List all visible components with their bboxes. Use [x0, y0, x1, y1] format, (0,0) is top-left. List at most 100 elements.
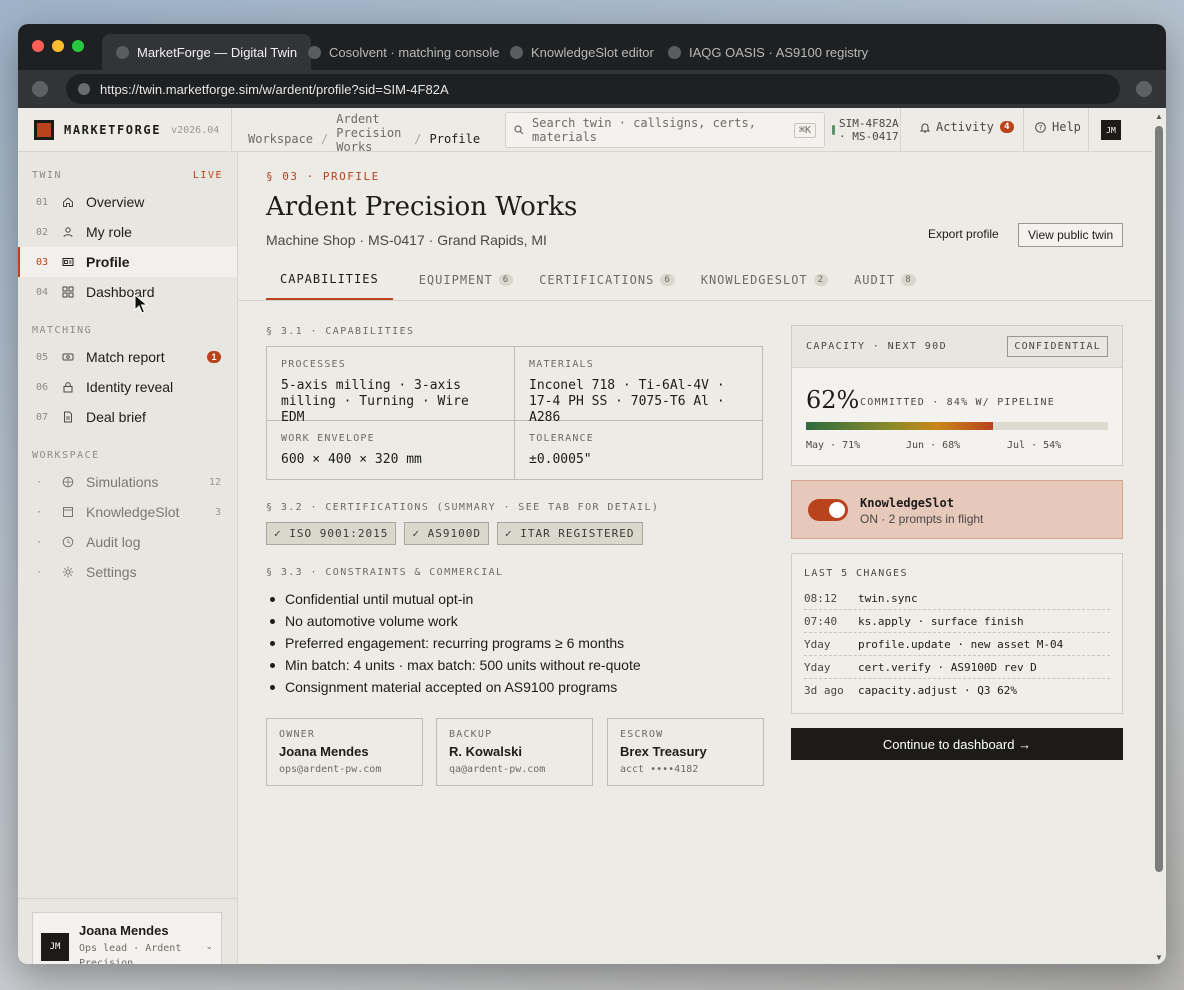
change-row[interactable]: 08:12 twin.sync — [804, 587, 1110, 610]
sim-status-indicator — [832, 125, 835, 135]
breadcrumb-current: Profile — [429, 132, 481, 146]
section-eyebrow: § 03 · PROFILE — [266, 170, 380, 183]
tab-equipment[interactable]: EQUIPMENT 6 — [419, 260, 514, 300]
view-public-twin-button[interactable]: View public twin — [1018, 223, 1124, 247]
backup-contact-card[interactable]: BACKUP R. Kowalski qa@ardent-pw.com — [436, 718, 593, 786]
scroll-down-icon[interactable]: ▼ — [1155, 953, 1163, 962]
change-row[interactable]: 07:40 ks.apply · surface finish — [804, 610, 1110, 633]
extensions-button[interactable] — [1136, 81, 1152, 97]
browser-window: MarketForge — Digital Twin Cosolvent · m… — [18, 24, 1166, 964]
help-icon: ? — [1035, 121, 1046, 133]
browser-tab-knowledgeslot[interactable]: KnowledgeSlot editor — [496, 34, 668, 70]
sidebar-item-settings[interactable]: · Settings — [18, 557, 237, 587]
tab-knowledgeslot[interactable]: KNOWLEDGESLOT 2 — [701, 260, 829, 300]
user-avatar: JM — [41, 933, 69, 961]
browser-tab-label: Cosolvent · matching console — [329, 44, 500, 60]
continue-to-dashboard-button[interactable]: Continue to dashboard → — [791, 728, 1123, 760]
knowledgeslot-status: ON · 2 prompts in flight — [860, 512, 984, 526]
site-info-icon[interactable] — [78, 83, 90, 95]
bell-icon — [920, 123, 930, 133]
cert-pill[interactable]: ✓ ITAR REGISTERED — [496, 522, 643, 545]
simulations-count: 12 — [208, 476, 221, 488]
browser-toolbar: https://twin.marketforge.sim/w/ardent/pr… — [18, 70, 1166, 108]
browser-tab-bar: MarketForge — Digital Twin Cosolvent · m… — [18, 24, 1166, 70]
sim-id-label: SIM-4F82A · MS-0417 — [839, 117, 899, 143]
tab-count: 6 — [660, 274, 675, 286]
back-button[interactable] — [32, 81, 48, 97]
square-icon — [62, 506, 74, 518]
id-card-icon — [62, 256, 74, 268]
user-avatar[interactable]: JM — [1101, 120, 1121, 140]
capacity-note: COMMITTED · 84% W/ PIPELINE — [860, 397, 1055, 408]
brand[interactable]: MARKETFORGE v2026.04 — [34, 120, 219, 140]
sidebar-item-match-report[interactable]: 05 Match report 1 — [18, 342, 237, 372]
sidebar-item-simulations[interactable]: · Simulations 12 — [18, 467, 237, 497]
minimize-window-button[interactable] — [52, 40, 64, 52]
capabilities-grid: PROCESSES 5-axis milling · 3-axis millin… — [266, 346, 763, 480]
maximize-window-button[interactable] — [72, 40, 84, 52]
certifications-heading: § 3.2 · CERTIFICATIONS (SUMMARY · SEE TA… — [266, 502, 660, 513]
search-icon — [514, 125, 524, 135]
sidebar-item-overview[interactable]: 01 Overview — [18, 187, 237, 217]
address-bar[interactable]: https://twin.marketforge.sim/w/ardent/pr… — [66, 74, 1120, 104]
knowledgeslot-title: KnowledgeSlot — [860, 496, 954, 510]
cert-pill[interactable]: ✓ AS9100D — [404, 522, 489, 545]
sidebar-item-label: Audit log — [86, 534, 141, 550]
tolerance-value: ±0.0005" — [529, 452, 592, 467]
tab-count: 8 — [901, 274, 916, 286]
change-row[interactable]: Yday cert.verify · AS9100D rev D — [804, 656, 1110, 679]
sidebar-item-dashboard[interactable]: 04 Dashboard — [18, 277, 237, 307]
capacity-heading: CAPACITY · NEXT 90D — [806, 341, 947, 352]
user-switcher[interactable]: JM Joana Mendes Ops lead · Ardent Precis… — [32, 912, 222, 964]
tab-certifications[interactable]: CERTIFICATIONS 6 — [539, 260, 675, 300]
search-input[interactable]: Search twin · callsigns, certs, material… — [505, 112, 825, 148]
gear-icon — [62, 566, 74, 578]
export-profile-button[interactable]: Export profile — [928, 222, 999, 246]
activity-label: Activity — [936, 120, 994, 134]
breadcrumb-company[interactable]: Ardent Precision Works — [336, 112, 406, 154]
tab-audit[interactable]: AUDIT 8 — [854, 260, 916, 300]
sidebar-item-knowledgeslot[interactable]: · KnowledgeSlot 3 — [18, 497, 237, 527]
envelope-value: 600 × 400 × 320 mm — [281, 452, 422, 467]
list-item: Consignment material accepted on AS9100 … — [266, 676, 641, 698]
change-row[interactable]: 3d ago capacity.adjust · Q3 62% — [804, 679, 1110, 702]
version-label: v2026.04 — [171, 124, 220, 136]
breadcrumb-workspace[interactable]: Workspace — [248, 132, 313, 146]
browser-tab-cosolvent[interactable]: Cosolvent · matching console — [294, 34, 514, 70]
sidebar-item-identity-reveal[interactable]: 06 Identity reveal — [18, 372, 237, 402]
tab-capabilities[interactable]: CAPABILITIES — [266, 260, 393, 300]
change-row[interactable]: Yday profile.update · new asset M-04 — [804, 633, 1110, 656]
list-item: Preferred engagement: recurring programs… — [266, 632, 641, 654]
sim-id-chip[interactable]: SIM-4F82A · MS-0417 — [828, 108, 900, 152]
list-item: Confidential until mutual opt-in — [266, 588, 641, 610]
sidebar-item-profile[interactable]: 03 Profile — [18, 247, 237, 277]
scrollbar-thumb[interactable] — [1155, 126, 1163, 872]
mouse-cursor-icon — [134, 294, 148, 314]
user-role: Ops lead · Ardent Precision — [79, 943, 182, 964]
browser-tab-iaqg[interactable]: IAQG OASIS · AS9100 registry — [654, 34, 882, 70]
scroll-up-icon[interactable]: ▲ — [1155, 112, 1163, 121]
month-label: Jun · 68% — [906, 440, 961, 451]
cert-pill[interactable]: ✓ ISO 9001:2015 — [266, 522, 397, 545]
knowledgeslot-toggle[interactable] — [808, 499, 848, 521]
globe-icon — [62, 476, 74, 488]
owner-contact-card[interactable]: OWNER Joana Mendes ops@ardent-pw.com — [266, 718, 423, 786]
sidebar-item-audit-log[interactable]: · Audit log — [18, 527, 237, 557]
browser-tab-marketforge[interactable]: MarketForge — Digital Twin — [102, 34, 312, 70]
help-button[interactable]: ? Help — [1035, 120, 1081, 134]
page-title: Ardent Precision Works — [266, 192, 578, 222]
favicon-icon — [116, 45, 129, 59]
tolerance-cell: TOLERANCE ±0.0005" — [515, 421, 763, 480]
page-scrollbar[interactable]: ▲ ▼ — [1152, 108, 1166, 964]
activity-button[interactable]: Activity 4 — [920, 120, 1014, 134]
escrow-contact-card[interactable]: ESCROW Brex Treasury acct ••••4182 — [607, 718, 764, 786]
sidebar-item-deal-brief[interactable]: 07 Deal brief — [18, 402, 237, 432]
capacity-card: CAPACITY · NEXT 90D CONFIDENTIAL 62% COM… — [791, 325, 1123, 466]
changes-card: LAST 5 CHANGES 08:12 twin.sync 07:40 ks.… — [791, 553, 1123, 714]
sidebar-item-label: Identity reveal — [86, 379, 174, 395]
close-window-button[interactable] — [32, 40, 44, 52]
materials-value: Inconel 718 · Ti-6Al-4V · 17-4 PH SS · 7… — [529, 378, 725, 425]
constraints-list: Confidential until mutual opt-in No auto… — [266, 588, 641, 698]
tab-count: 6 — [498, 274, 514, 286]
sidebar-item-my-role[interactable]: 02 My role — [18, 217, 237, 247]
